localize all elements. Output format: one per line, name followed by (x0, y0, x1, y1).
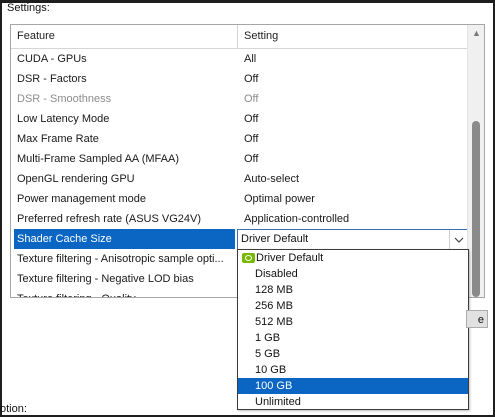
settings-row-mfaa[interactable]: Multi-Frame Sampled AA (MFAA) Off (11, 149, 467, 169)
feature-cell: Power management mode (17, 193, 147, 205)
option-label: 100 GB (255, 380, 293, 392)
chevron-down-icon[interactable] (449, 230, 468, 249)
feature-cell: Low Latency Mode (17, 113, 110, 125)
window-frame-top (0, 0, 495, 3)
setting-cell: Off (244, 133, 259, 145)
column-separator[interactable] (237, 25, 238, 48)
setting-cell: Auto-select (244, 173, 300, 185)
option-label: Unlimited (255, 396, 301, 408)
feature-cell: Texture filtering - Anisotropic sample o… (17, 253, 224, 265)
shader-cache-size-combobox[interactable]: Driver Default (237, 229, 469, 250)
settings-row-opengl-gpu[interactable]: OpenGL rendering GPU Auto-select (11, 169, 467, 189)
feature-column-header[interactable]: Feature (17, 30, 55, 42)
scrollbar-thumb[interactable] (472, 121, 480, 297)
feature-cell: Texture filtering - Quality (17, 289, 235, 297)
setting-cell: Off (244, 153, 259, 165)
setting-cell: Off (244, 93, 259, 105)
settings-label: Settings: (7, 2, 50, 14)
settings-row-dsr-smoothness: DSR - Smoothness Off (11, 89, 467, 109)
setting-cell: Off (244, 73, 259, 85)
settings-row-shader-cache-size[interactable]: Shader Cache Size Driver Default (11, 229, 469, 250)
option-label: 1 GB (255, 332, 281, 344)
option-label: Driver Default (256, 252, 324, 264)
feature-cell: CUDA - GPUs (17, 53, 87, 65)
option-label: 10 GB (255, 364, 287, 376)
dropdown-option-1gb[interactable]: 1 GB (238, 330, 468, 346)
dropdown-option-100gb[interactable]: 100 GB (238, 378, 468, 394)
dropdown-option-disabled[interactable]: Disabled (238, 266, 468, 282)
feature-cell: Max Frame Rate (17, 133, 99, 145)
dropdown-option-unlimited[interactable]: Unlimited (238, 394, 468, 410)
dropdown-option-5gb[interactable]: 5 GB (238, 346, 468, 362)
option-label: 256 MB (255, 300, 293, 312)
feature-cell: Preferred refresh rate (ASUS VG24V) (17, 213, 202, 225)
setting-cell: Optimal power (244, 193, 315, 205)
settings-row-cuda-gpus[interactable]: CUDA - GPUs All (11, 49, 467, 69)
nvidia-logo-icon (242, 253, 255, 263)
vertical-scrollbar[interactable]: ▲ (467, 25, 484, 297)
option-label: 128 MB (255, 284, 293, 296)
setting-cell: Off (244, 113, 259, 125)
combobox-value: Driver Default (241, 233, 309, 245)
setting-cell: All (244, 53, 257, 65)
dropdown-option-10gb[interactable]: 10 GB (238, 362, 468, 378)
feature-cell: DSR - Smoothness (17, 93, 112, 105)
setting-cell: Application-controlled (244, 213, 350, 225)
dropdown-option-128mb[interactable]: 128 MB (238, 282, 468, 298)
window-frame-left (0, 0, 2, 417)
settings-row-low-latency-mode[interactable]: Low Latency Mode Off (11, 109, 467, 129)
settings-row-power-management[interactable]: Power management mode Optimal power (11, 189, 467, 209)
setting-column-header[interactable]: Setting (244, 30, 278, 42)
grid-header: Feature Setting (11, 25, 467, 49)
settings-row-dsr-factors[interactable]: DSR - Factors Off (11, 69, 467, 89)
feature-cell: Shader Cache Size (14, 229, 235, 249)
settings-row-refresh-rate[interactable]: Preferred refresh rate (ASUS VG24V) Appl… (11, 209, 467, 229)
feature-cell: Multi-Frame Sampled AA (MFAA) (17, 153, 179, 165)
description-label: otion: (0, 403, 27, 415)
scroll-up-arrow-icon[interactable]: ▲ (468, 25, 484, 42)
feature-cell: OpenGL rendering GPU (17, 173, 135, 185)
feature-cell: Texture filtering - Negative LOD bias (17, 273, 194, 285)
dropdown-option-driver-default[interactable]: Driver Default (238, 250, 468, 266)
settings-row-max-frame-rate[interactable]: Max Frame Rate Off (11, 129, 467, 149)
option-label: 512 MB (255, 316, 293, 328)
feature-cell: DSR - Factors (17, 73, 87, 85)
shader-cache-size-dropdown-list[interactable]: Driver Default Disabled 128 MB 256 MB 51… (237, 249, 469, 410)
option-label: Disabled (255, 268, 298, 280)
option-label: 5 GB (255, 348, 281, 360)
dropdown-option-256mb[interactable]: 256 MB (238, 298, 468, 314)
restore-button[interactable]: e (466, 310, 488, 328)
dropdown-option-512mb[interactable]: 512 MB (238, 314, 468, 330)
